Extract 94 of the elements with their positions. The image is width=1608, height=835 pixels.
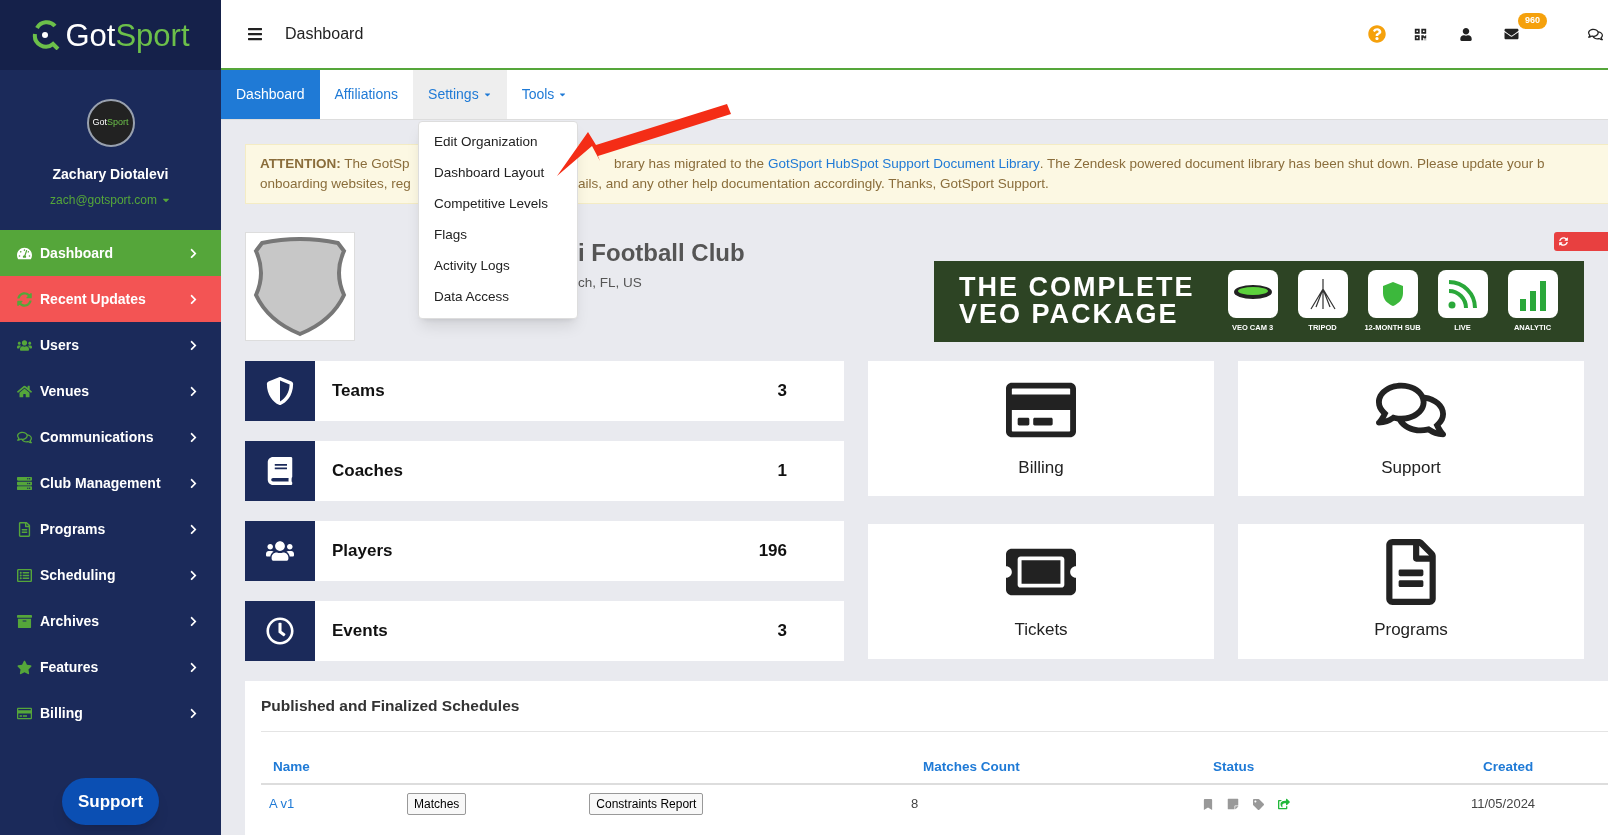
stat-value: 3 <box>777 620 787 643</box>
matches-button[interactable]: Matches <box>407 793 467 815</box>
shield-icon <box>252 236 348 337</box>
club-name: i Football Club <box>578 238 745 268</box>
chevron-icon <box>188 569 199 581</box>
stat-value: 196 <box>758 540 787 563</box>
tab[interactable]: Settings <box>413 70 507 119</box>
menu-item[interactable]: Competitive Levels <box>434 189 549 220</box>
notice-text: brary has migrated to the <box>614 155 765 173</box>
chevron-icon <box>188 523 199 535</box>
stat-label: Events <box>332 620 389 643</box>
refresh-icon <box>17 291 32 307</box>
stat-label: Players <box>332 540 394 563</box>
qr-code-icon[interactable] <box>1414 27 1427 41</box>
signal-icon <box>1446 277 1479 310</box>
promo-title: VEO PACKAGE <box>959 301 1180 329</box>
menu-item[interactable]: Data Access <box>434 282 510 313</box>
notice-text: ails, and any other help documentation accordingly. Thanks, GotSport Support. <box>578 175 1049 193</box>
chevron-icon <box>188 431 199 443</box>
panel-title: Published and Finalized Schedules <box>261 681 1608 732</box>
notice-text: . The Zendesk powered document library has been shut down. Please update your b <box>1039 155 1545 173</box>
logo-mark-icon <box>31 20 62 50</box>
shortcut-tile[interactable]: Programs <box>1238 523 1584 659</box>
stat-value: 1 <box>777 460 787 483</box>
shield-icon <box>1381 280 1404 307</box>
archive-icon <box>17 613 32 629</box>
list-icon <box>17 567 32 583</box>
chevron-icon <box>188 339 199 351</box>
tag-icon[interactable] <box>1253 798 1264 810</box>
stat-card[interactable]: Players 196 <box>245 521 844 581</box>
stat-card[interactable]: Teams 3 <box>245 361 844 421</box>
menu-icon[interactable] <box>245 26 265 42</box>
chevron-icon <box>188 385 199 397</box>
table-cell-text: 8 <box>911 795 920 814</box>
user-name: Zachary Diotalevi <box>52 165 169 184</box>
help-icon[interactable] <box>1368 25 1386 43</box>
refresh-button[interactable] <box>1554 232 1608 251</box>
chat-icon <box>17 429 32 445</box>
chevron-icon <box>188 293 199 305</box>
support-button[interactable]: Support <box>62 778 159 825</box>
menu-item[interactable]: Dashboard Layout <box>434 158 545 189</box>
notice-text: onboarding websites, reg <box>260 175 412 193</box>
credit-card-icon <box>17 705 32 721</box>
chevron-icon <box>188 477 199 489</box>
star-icon <box>17 659 32 675</box>
bookmark-icon[interactable] <box>1203 798 1213 810</box>
logo-text: GotSport <box>65 19 190 51</box>
shortcut-tile[interactable]: Billing <box>868 361 1214 496</box>
chevron-icon <box>188 707 199 719</box>
notification-badge: 960 <box>1518 13 1548 29</box>
share-icon[interactable] <box>1278 798 1290 810</box>
menu-item[interactable]: Flags <box>434 220 467 251</box>
constraints-report-button[interactable]: Constraints Report <box>589 793 704 815</box>
table-cell-text: 11/05/2024 <box>1471 795 1537 814</box>
page-title: Dashboard <box>285 24 364 44</box>
club-location: ch, FL, US <box>578 274 643 292</box>
column-header[interactable]: Created <box>1471 756 1608 778</box>
clock-icon <box>266 617 294 645</box>
stat-label: Coaches <box>332 460 404 483</box>
gauge-icon <box>17 245 32 261</box>
chevron-icon <box>188 615 199 627</box>
column-header[interactable]: Matches Count <box>911 756 1201 778</box>
support-library-link[interactable]: GotSport HubSpot Support Document Library <box>768 154 1040 174</box>
mail-icon[interactable] <box>1504 27 1519 41</box>
user-icon[interactable] <box>1460 27 1472 41</box>
refresh-icon <box>1559 236 1568 246</box>
menu-item[interactable]: Edit Organization <box>434 127 538 158</box>
tab[interactable]: Dashboard <box>221 70 320 119</box>
schedule-link[interactable]: A v1 <box>269 794 407 814</box>
shield-icon <box>266 377 294 405</box>
avatar-logo-text: GotSport <box>92 116 129 130</box>
stat-label: Teams <box>332 380 386 403</box>
promo-title: THE COMPLETE <box>959 274 1195 302</box>
notice-text: ATTENTION: The GotSp <box>260 155 411 173</box>
stat-card[interactable]: Events 3 <box>245 601 844 661</box>
users-icon <box>17 337 32 353</box>
tab[interactable]: Tools <box>506 70 583 119</box>
column-header[interactable]: Status <box>1201 756 1471 778</box>
shortcut-tile[interactable]: Tickets <box>868 523 1214 659</box>
stat-card[interactable]: Coaches 1 <box>245 441 844 501</box>
note-icon[interactable] <box>1227 798 1239 810</box>
tab[interactable]: Affiliations <box>319 70 414 119</box>
menu-item[interactable]: Activity Logs <box>434 251 510 282</box>
chevron-icon <box>188 661 199 673</box>
server-icon <box>17 475 32 491</box>
stat-value: 3 <box>777 380 787 403</box>
house-icon <box>17 383 32 399</box>
chevron-icon <box>188 247 199 259</box>
shortcut-tile[interactable]: Support <box>1238 361 1584 496</box>
user-email-dropdown[interactable]: zach@gotsport.com <box>50 191 171 209</box>
book-icon <box>266 457 294 485</box>
column-header[interactable]: Name <box>261 756 911 778</box>
document-icon <box>17 521 32 537</box>
chat-icon[interactable] <box>1588 26 1603 42</box>
